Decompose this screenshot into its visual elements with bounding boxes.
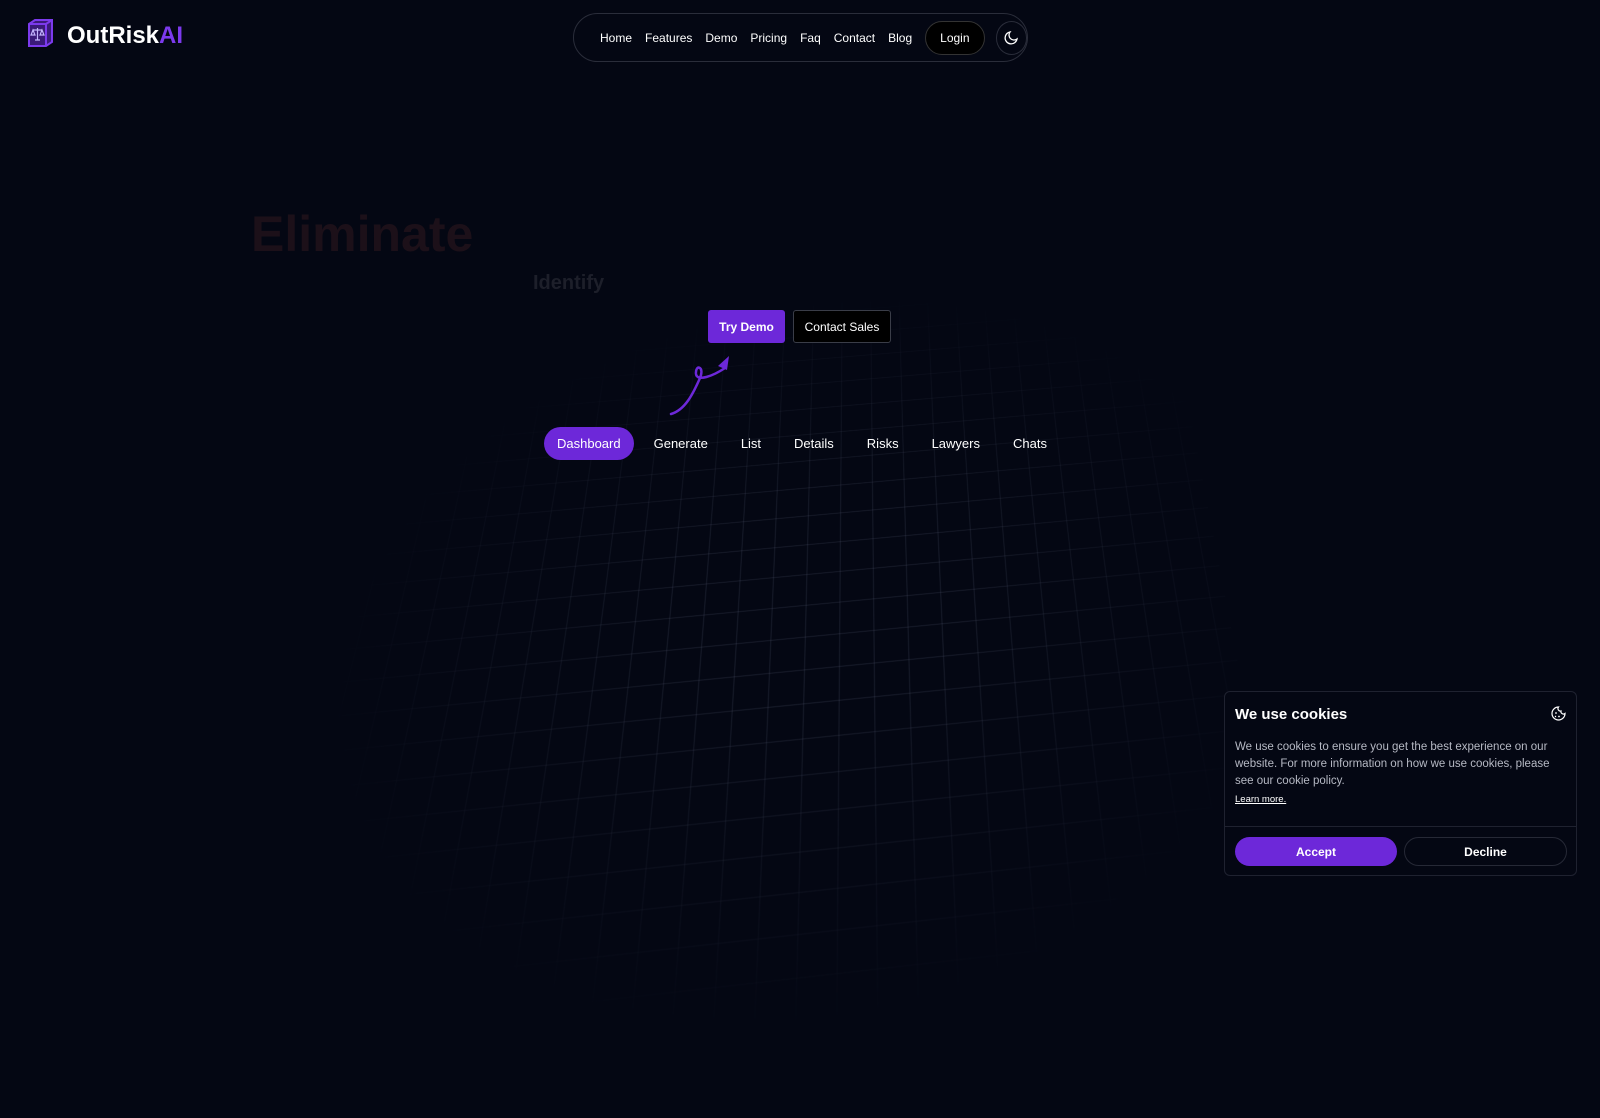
cookie-banner: We use cookies We use cookies to ensure … [1224,691,1577,876]
decline-button[interactable]: Decline [1404,837,1567,866]
brand-name: OutRiskAI [67,21,184,49]
hero-headline: Eliminate [251,206,474,262]
hero-subheadline: Identify [533,272,605,294]
nav-features[interactable]: Features [645,31,692,45]
learn-more-link[interactable]: Learn more. [1235,794,1286,805]
curly-arrow-icon [669,356,729,416]
theme-toggle-button[interactable] [995,20,1027,55]
tab-generate[interactable]: Generate [641,427,721,460]
tab-list[interactable]: List [728,427,774,460]
tab-dashboard[interactable]: Dashboard [544,427,634,460]
cookie-text: We use cookies to ensure you get the bes… [1235,741,1550,787]
nav-faq[interactable]: Faq [800,31,821,45]
contact-sales-button[interactable]: Contact Sales [793,310,891,343]
main-nav: Home Features Demo Pricing Faq Contact B… [573,13,1028,62]
divider [1225,826,1576,827]
tab-chats[interactable]: Chats [1000,427,1060,460]
nav-blog[interactable]: Blog [888,31,912,45]
scales-box-icon [25,18,55,53]
nav-pricing[interactable]: Pricing [750,31,787,45]
try-demo-button[interactable]: Try Demo [708,310,785,343]
nav-home[interactable]: Home [600,31,632,45]
moon-icon [1004,30,1019,45]
tab-lawyers[interactable]: Lawyers [919,427,993,460]
login-button[interactable]: Login [925,20,985,55]
accept-button[interactable]: Accept [1235,837,1397,866]
logo[interactable]: OutRiskAI [25,18,183,53]
nav-contact[interactable]: Contact [834,31,875,45]
tab-risks[interactable]: Risks [854,427,912,460]
cookie-title: We use cookies [1235,706,1348,723]
feature-tabs: Dashboard Generate List Details Risks La… [544,427,1067,460]
nav-demo[interactable]: Demo [705,31,737,45]
cookie-icon [1551,706,1566,726]
tab-details[interactable]: Details [781,427,847,460]
